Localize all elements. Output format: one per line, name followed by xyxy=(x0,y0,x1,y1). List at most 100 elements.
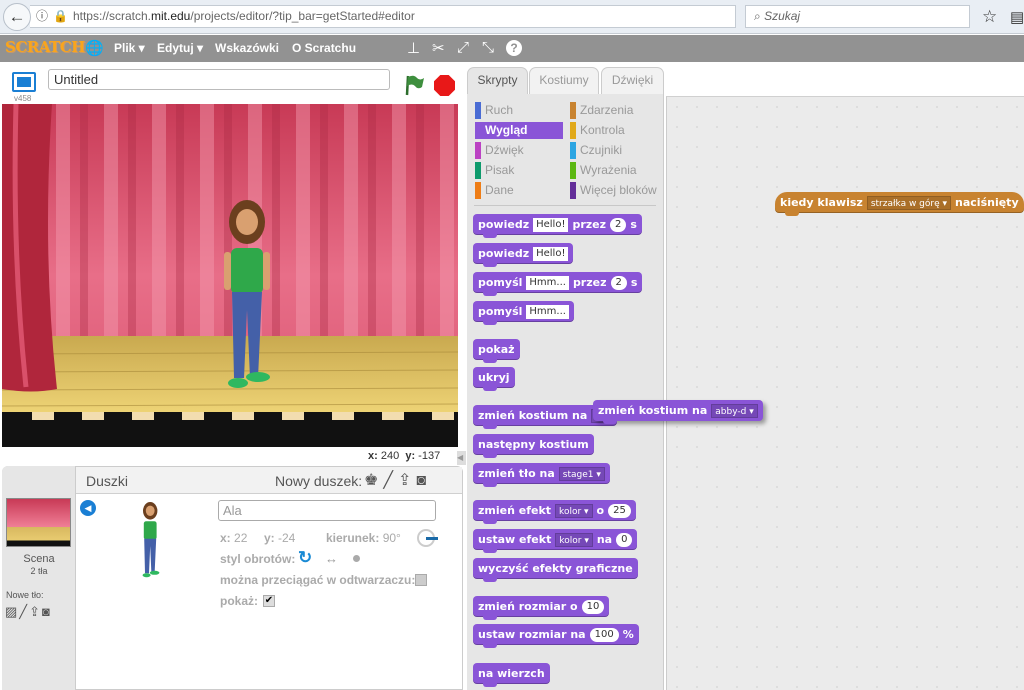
show-checkbox[interactable]: ✔ xyxy=(263,595,275,607)
palette-block[interactable]: pomyśl Hmm... przez 2 s xyxy=(473,272,643,296)
dont-rotate-icon[interactable] xyxy=(353,555,360,562)
palette-block[interactable]: wyczyść efekty graficzne xyxy=(473,558,638,582)
palette-block[interactable]: następny kostium xyxy=(473,434,594,458)
category-pisak[interactable]: Pisak xyxy=(475,162,563,179)
stage-thumbnail[interactable] xyxy=(6,498,71,547)
palette-block[interactable]: ustaw rozmiar na 100% xyxy=(473,624,639,648)
reading-list-icon[interactable]: ▤ xyxy=(1010,8,1024,26)
menu-edit[interactable]: Edytuj ▾ xyxy=(157,41,203,55)
category-dane[interactable]: Dane xyxy=(475,182,563,199)
category-dźwięk[interactable]: Dźwięk xyxy=(475,142,563,159)
upload-sprite-icon[interactable]: ⇪ xyxy=(398,472,416,489)
sprite-thumbnail[interactable] xyxy=(136,502,166,580)
block-text-input[interactable]: Hmm... xyxy=(526,304,569,319)
palette-block[interactable]: na wierzch xyxy=(473,663,550,687)
category-label: Kontrola xyxy=(580,123,625,137)
sprite-name-input[interactable]: Ala xyxy=(218,500,436,521)
category-zdarzenia[interactable]: Zdarzenia xyxy=(570,102,658,119)
palette-block[interactable]: zmień efektkoloro25 xyxy=(473,500,636,524)
paint-sprite-icon[interactable]: ╱ xyxy=(383,472,398,489)
project-title-input[interactable]: Untitled xyxy=(48,69,390,90)
sprite-info-back-button[interactable]: ◀ xyxy=(80,500,96,516)
back-button[interactable]: ← xyxy=(3,3,31,31)
palette-block[interactable]: pomyśl Hmm... xyxy=(473,301,574,325)
category-wyrażenia[interactable]: Wyrażenia xyxy=(570,162,658,179)
paint-backdrop-icon[interactable]: ╱ xyxy=(19,604,29,619)
menu-about[interactable]: O Scratchu xyxy=(292,41,356,55)
tab-scripts[interactable]: Skrypty xyxy=(467,67,528,95)
scratch-logo[interactable]: SCRATCH xyxy=(5,38,85,56)
collapse-stage-icon[interactable]: ◀ xyxy=(457,451,466,465)
block-dropdown[interactable]: kolor xyxy=(555,503,593,518)
duplicate-stamp-icon[interactable]: ⊥ xyxy=(407,39,420,57)
cut-scissors-icon[interactable]: ✂ xyxy=(432,39,445,57)
category-ruch[interactable]: Ruch xyxy=(475,102,563,119)
palette-block[interactable]: powiedz Hello! xyxy=(473,243,574,267)
block-text-input[interactable]: Hello! xyxy=(533,217,569,232)
left-right-icon[interactable]: ↔ xyxy=(325,551,338,566)
block-text-input[interactable]: Hello! xyxy=(533,246,569,261)
block-number-input[interactable]: 10 xyxy=(581,599,605,614)
block-number-input[interactable]: 2 xyxy=(610,275,627,290)
tab-costumes[interactable]: Kostiumy xyxy=(529,67,599,94)
upload-backdrop-icon[interactable]: ⇪ xyxy=(29,604,42,619)
palette-block[interactable]: pokaż xyxy=(473,339,520,363)
language-globe-icon[interactable]: 🌐 xyxy=(85,39,104,57)
block-text-input[interactable]: Hmm... xyxy=(526,275,569,290)
category-czujniki[interactable]: Czujniki xyxy=(570,142,658,159)
tab-sounds[interactable]: Dźwięki xyxy=(601,67,664,94)
help-icon[interactable]: ? xyxy=(506,40,522,56)
category-kontrola[interactable]: Kontrola xyxy=(570,122,658,139)
block-number-input[interactable]: 0 xyxy=(616,532,633,547)
backdrop-library-icon[interactable]: ▨ xyxy=(5,604,19,619)
block-dropdown[interactable]: abby-d xyxy=(711,403,758,418)
dragged-block[interactable]: zmień kostium na abby-d xyxy=(593,400,763,424)
grow-icon[interactable]: ⤢ xyxy=(457,39,469,56)
bookmark-star-icon[interactable]: ☆ xyxy=(982,7,997,27)
stage-name: Scena xyxy=(23,553,55,565)
sprite-library-icon[interactable]: ♚ xyxy=(364,472,383,489)
palette-block[interactable]: powiedz Hello! przez 2 s xyxy=(473,214,642,238)
shrink-icon[interactable]: ⤡ xyxy=(482,39,494,56)
category-wygląd[interactable]: Wygląd xyxy=(475,122,563,139)
block-number-input[interactable]: 2 xyxy=(610,217,627,232)
sprites-title: Duszki xyxy=(86,473,129,489)
camera-backdrop-icon[interactable]: ◙ xyxy=(42,604,52,619)
sprite-ala-on-stage[interactable] xyxy=(214,200,284,395)
rotate-all-around-icon[interactable]: ↻ xyxy=(298,548,312,568)
mouse-coordinates: x: 240 y: -137 xyxy=(368,450,440,462)
scripts-area[interactable] xyxy=(666,96,1024,690)
block-dropdown[interactable]: stage1 xyxy=(558,466,605,481)
draggable-checkbox[interactable] xyxy=(415,574,427,586)
fullscreen-toggle-icon[interactable] xyxy=(12,72,36,92)
stage-canvas[interactable] xyxy=(2,104,458,447)
block-text: zmień kostium na xyxy=(478,409,588,422)
menu-file[interactable]: Plik ▾ xyxy=(114,41,145,55)
palette-block[interactable]: ukryj xyxy=(473,367,515,391)
palette-block[interactable]: ustaw efektkolorna0 xyxy=(473,529,638,553)
info-icon[interactable]: ⓘ xyxy=(36,6,48,27)
direction-dial[interactable] xyxy=(417,529,438,547)
block-text: na wierzch xyxy=(478,667,545,680)
category-color-swatch xyxy=(475,122,481,139)
sprite-y-label: y: xyxy=(264,531,275,545)
green-flag-icon[interactable] xyxy=(404,74,424,96)
category-color-swatch xyxy=(570,162,576,179)
block-text: zmień tło na xyxy=(478,467,555,480)
block-dropdown[interactable]: strzałka w górę xyxy=(866,195,952,210)
palette-block[interactable]: zmień rozmiar o 10 xyxy=(473,596,610,620)
camera-sprite-icon[interactable]: ◙ xyxy=(416,472,431,489)
block-dropdown[interactable]: kolor xyxy=(555,532,593,547)
category-label: Pisak xyxy=(485,163,515,177)
block-number-input[interactable]: 25 xyxy=(608,503,631,518)
url-bar[interactable]: ⓘ 🔒 https://scratch.mit.edu/projects/edito… xyxy=(30,5,736,28)
category-więcej-bloków[interactable]: Więcej bloków xyxy=(570,182,658,199)
script-hat-block[interactable]: kiedy klawiszstrzałka w góręnaciśnięty xyxy=(775,192,1024,216)
block-text: pomyśl xyxy=(478,276,523,289)
block-number-input[interactable]: 100 xyxy=(589,627,619,642)
search-input[interactable]: ⌕ Szukaj xyxy=(745,5,970,28)
stage-backdrop-count: 2 tła xyxy=(30,566,48,576)
stop-icon[interactable] xyxy=(434,75,455,96)
menu-tips[interactable]: Wskazówki xyxy=(215,41,279,55)
palette-block[interactable]: zmień tło na stage1 xyxy=(473,463,610,487)
